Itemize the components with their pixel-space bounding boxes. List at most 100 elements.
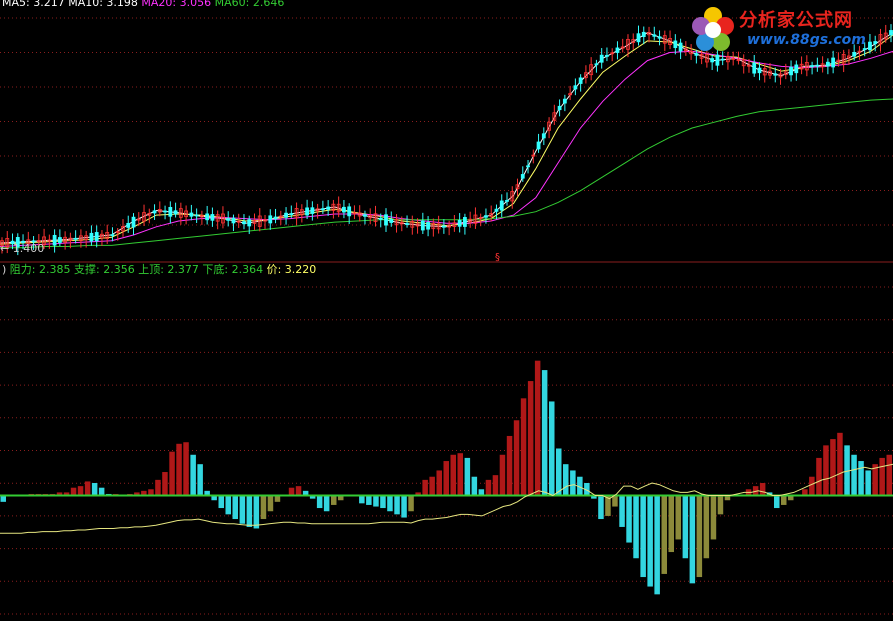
candle-body: [752, 62, 757, 74]
indicator-bar: [331, 495, 337, 505]
indicator-bar: [499, 454, 506, 496]
indicator-bar: [682, 495, 689, 559]
candle-body: [457, 219, 462, 227]
indicator-bar: [633, 495, 639, 559]
watermark-logo: 分析家公式网 www.88gs.com: [687, 4, 887, 56]
indicator-bar: [520, 398, 527, 496]
candle-body: [657, 36, 662, 39]
candle-body: [57, 237, 62, 243]
candle-body: [273, 216, 278, 220]
indicator-bar: [570, 470, 576, 496]
candle-body: [405, 223, 409, 225]
indicator-bar: [77, 486, 84, 496]
candle-body: [163, 210, 167, 213]
indicator-bar: [91, 483, 98, 496]
indicator-bar: [710, 495, 717, 540]
indicator-bar: [563, 464, 569, 496]
candle-body: [194, 214, 199, 217]
candle-body: [247, 219, 252, 227]
candle-body: [484, 215, 488, 218]
candle-body: [757, 67, 762, 74]
candle-body: [441, 225, 446, 228]
indicator-bar: [380, 495, 386, 509]
candle-body: [889, 30, 893, 36]
arrow-marker-icon: §: [495, 252, 500, 263]
indicator-bar: [429, 476, 435, 496]
indicator-bars: [0, 360, 892, 595]
indicator-bar: [541, 370, 548, 496]
candle-body: [347, 206, 352, 217]
candle-body: [615, 47, 620, 53]
indicator-bar: [774, 495, 780, 509]
indicator-bar: [717, 495, 724, 515]
candle-body: [605, 54, 609, 57]
indicator-legend-prefix: ): [2, 263, 10, 276]
candle-body: [326, 206, 331, 210]
candle-body: [710, 58, 715, 63]
watermark-title: 分析家公式网: [739, 10, 853, 31]
indicator-bar: [401, 495, 407, 518]
indicator-bar: [549, 401, 555, 496]
candle-body: [126, 222, 131, 228]
indicator-bar: [696, 495, 703, 578]
ma-legend-item: MA60: 2.646: [211, 0, 285, 9]
candle-body: [541, 133, 546, 139]
candlesticks: [0, 24, 893, 256]
candle-body: [578, 77, 583, 84]
flower-logo-icon: [692, 7, 734, 51]
candle-body: [73, 237, 78, 240]
indicator-bar: [84, 481, 91, 496]
candle-body: [310, 207, 315, 214]
candle-body: [378, 217, 383, 220]
ma-legend-item: MA10: 3.198: [64, 0, 138, 9]
candle-body: [594, 63, 599, 66]
indicator-bar: [267, 495, 274, 512]
indicator-bar: [879, 457, 885, 496]
candle-body: [720, 58, 725, 61]
indicator-bar: [373, 495, 379, 507]
candle-body: [52, 234, 57, 246]
indicator-legend-item: 价: 3.220: [263, 263, 317, 276]
indicator-legend: ) 阻力: 2.385 支撑: 2.356 上顶: 2.377 下底: 2.36…: [2, 263, 316, 276]
indicator-bar: [527, 381, 534, 496]
indicator-bar: [295, 486, 302, 496]
ma-legend: MA5: 3.217 MA10: 3.198 MA20: 3.056 MA60:…: [2, 0, 284, 9]
price-low-label: ← 1.400: [0, 242, 45, 255]
indicator-bar: [675, 495, 681, 540]
candle-body: [794, 64, 799, 74]
indicator-bar: [689, 495, 696, 584]
candle-body: [831, 57, 836, 68]
indicator-bar: [886, 454, 892, 496]
candle-body: [94, 232, 99, 242]
stock-chart: §: [0, 17, 893, 615]
indicator-bar: [619, 495, 625, 527]
indicator-bar: [316, 495, 323, 509]
candle-body: [363, 214, 367, 217]
indicator-bar: [485, 479, 492, 496]
candle-body: [189, 212, 194, 217]
candle-body: [231, 217, 236, 224]
candle-body: [636, 33, 641, 43]
indicator-bar: [253, 495, 260, 529]
candle-body: [520, 174, 525, 179]
candle-body: [131, 216, 136, 228]
candle-body: [305, 207, 310, 216]
indicator-bar: [816, 457, 822, 496]
indicator-bar: [422, 479, 428, 496]
candle-body: [110, 234, 115, 237]
indicator-bar: [556, 448, 562, 496]
indicator-bar: [598, 495, 604, 520]
indicator-bar: [436, 470, 442, 496]
candle-body: [342, 206, 346, 213]
indicator-bar: [176, 443, 182, 496]
candle-body: [389, 219, 394, 223]
indicator-bar: [457, 453, 463, 496]
candle-body: [173, 210, 178, 215]
indicator-bar: [492, 475, 499, 496]
indicator-bar: [759, 483, 766, 496]
candle-body: [810, 65, 814, 67]
candle-body: [815, 64, 820, 67]
indicator-bar: [654, 495, 660, 595]
indicator-bar: [225, 495, 231, 515]
candle-body: [673, 40, 678, 49]
